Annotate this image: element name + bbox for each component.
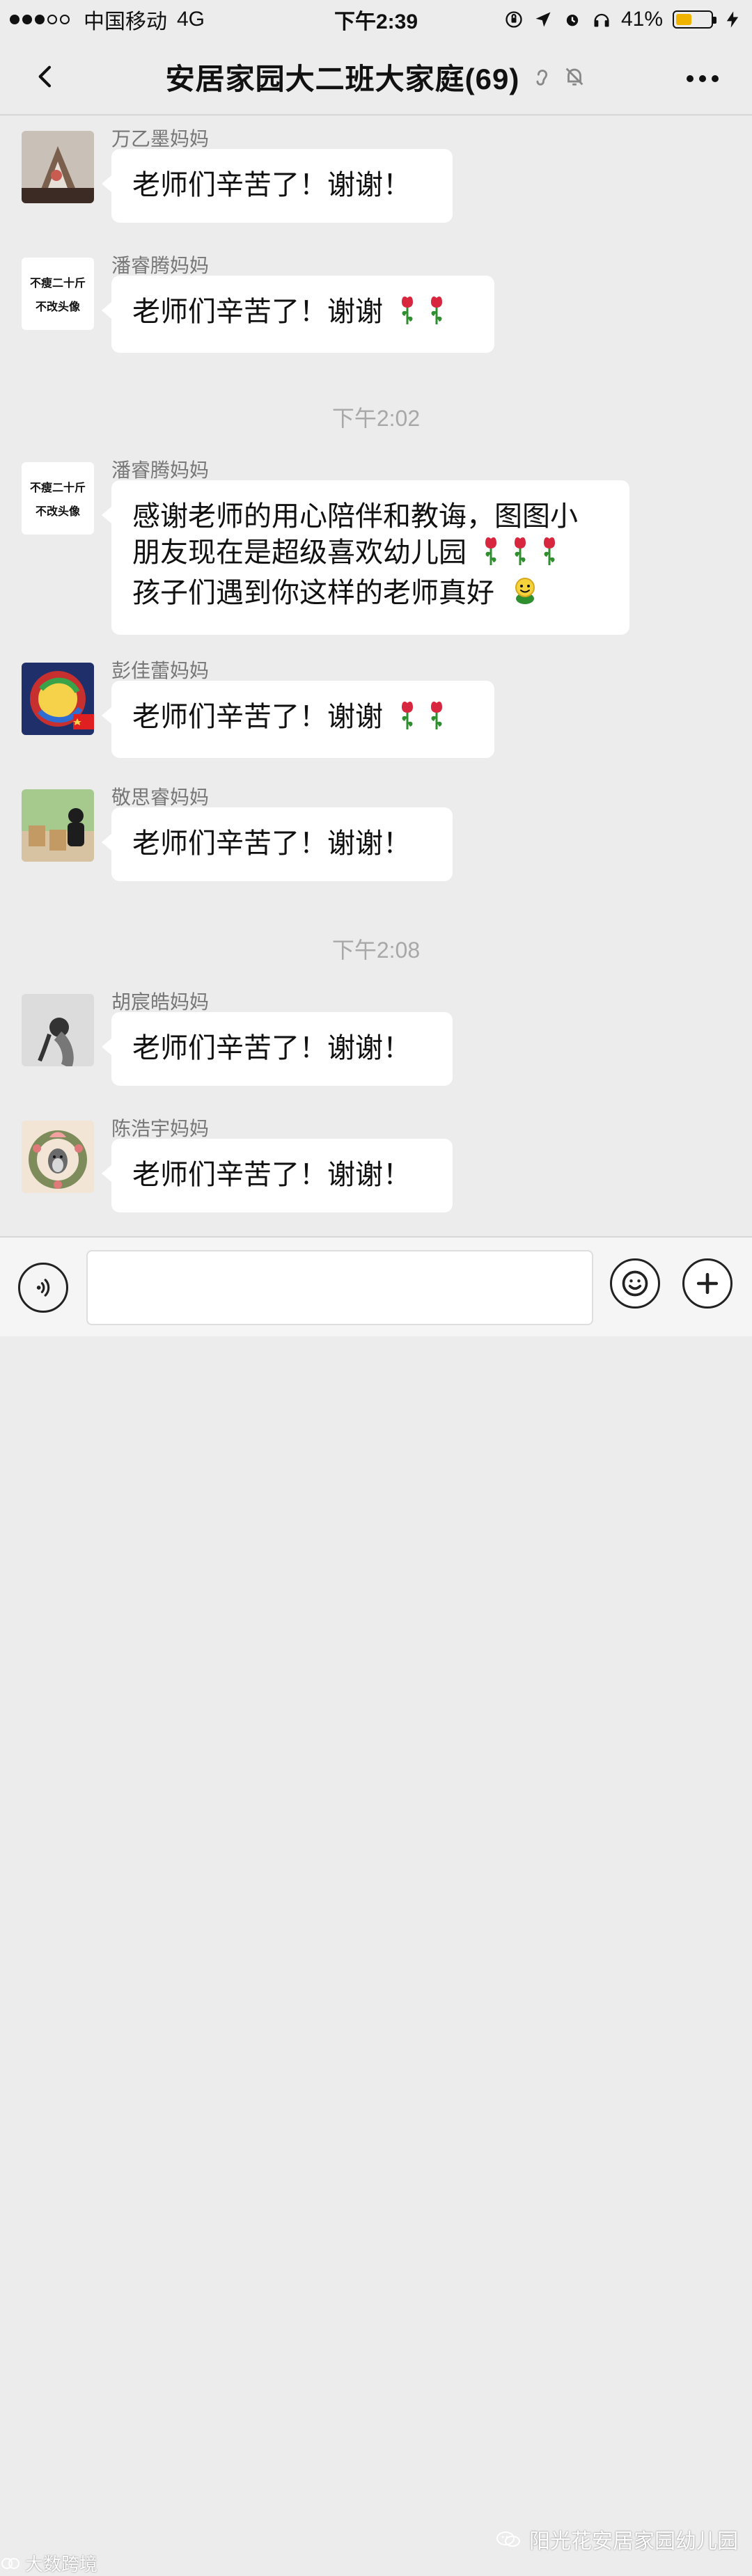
message-bubble[interactable]: 老师们辛苦了！谢谢！ [102,1139,453,1212]
network-type: 4G [177,8,205,31]
message-text: 老师们辛苦了！谢谢 [132,297,383,328]
avatar[interactable] [22,131,94,203]
message-line-with-emoji: 朋友现在是超级喜欢幼儿园 [132,535,609,574]
mute-bell-icon [566,68,583,86]
sender-name: 彭佳蕾妈妈 [111,660,210,681]
message-bubble[interactable]: 感谢老师的用心陪伴和教诲，图图小 朋友现在是超级喜欢幼儿园 孩子们遇到你这样的老… [102,480,629,635]
rose-icon [398,699,417,738]
message-text: 老师们辛苦了！谢谢！ [132,1033,411,1064]
timestamp: 下午2:02 [331,406,421,431]
watermark-right-text: 阳光花安居家园幼儿园 [529,2530,738,2553]
sender-name: 潘睿腾妈妈 [111,459,210,481]
message-line-with-emoji: 孩子们遇到你这样的老师真好 [132,574,609,615]
message-text: 老师们辛苦了！谢谢！ [132,1160,411,1190]
more-dot [687,75,694,82]
avatar-photo [22,663,94,735]
message-bubble[interactable]: 老师们辛苦了！谢谢 [102,681,494,758]
plus-icon [696,1272,719,1295]
avatar-photo [22,131,94,203]
carrier: 中国移动 [84,10,167,33]
charging-icon [726,11,739,28]
avatar-text: 不瘦二十斤 [29,278,86,290]
status-left: 中国移动 4G [10,4,205,35]
signal-dot [22,15,32,24]
message-bubble[interactable]: 老师们辛苦了！谢谢！ [102,149,453,223]
battery-percent: 41% [620,8,663,31]
rose-icon [398,294,417,333]
emoji-button[interactable] [610,1258,660,1309]
timestamp: 下午2:08 [331,938,421,963]
smile-icon [509,574,541,615]
wechat-icon [496,2531,520,2547]
chevron-left-icon [38,65,52,88]
message-line: 孩子们遇到你这样的老师真好 [132,578,494,609]
navigation-bar: 安居家园大二班大家庭(69) [0,39,752,116]
avatar-photo [22,789,94,862]
avatar-photo [22,1121,94,1193]
alarm-icon [566,15,579,26]
more-dot [712,75,719,82]
avatar-text: 不瘦二十斤 [29,482,86,494]
message-bubble[interactable]: 老师们辛苦了！谢谢！ [102,807,453,881]
message-line: 朋友现在是超级喜欢幼儿园 [132,537,467,569]
avatar-text: 不改头像 [35,301,80,313]
add-more-button[interactable] [682,1258,733,1309]
chat-messages[interactable]: 万乙墨妈妈 老师们辛苦了！谢谢！ 不瘦二十斤 不改头像 潘睿腾妈妈 老师们辛苦了… [0,116,752,1236]
message-input[interactable] [86,1250,593,1325]
signal-dot [60,15,70,24]
rose-icon [481,535,501,574]
sender-name: 潘睿腾妈妈 [111,255,210,276]
message-text: 老师们辛苦了！谢谢！ [132,170,411,200]
voice-input-button[interactable] [18,1263,68,1313]
avatar[interactable] [22,663,94,735]
watermark-left-text: 大数跨境 [25,2554,98,2575]
rotation-lock-icon [506,11,522,28]
title-wrap: 安居家园大二班大家庭(69) [166,56,587,98]
more-dot [699,75,706,82]
rose-icon [510,535,530,574]
signal-icon [10,15,70,24]
signal-dot [47,15,57,24]
watermark-left: 大数跨境 [0,2550,97,2576]
status-bar: 中国移动 4G 下午2:39 41% [0,0,752,39]
sender-name: 敬思睿妈妈 [111,787,210,808]
ear-icon [536,70,548,86]
sender-name: 万乙墨妈妈 [111,128,210,150]
rose-icon [427,699,446,738]
message-bubble[interactable]: 老师们辛苦了！谢谢 [102,276,494,353]
signal-dot [10,15,19,24]
chat-title: 安居家园大二班大家庭(69) [165,62,520,95]
message-line: 感谢老师的用心陪伴和教诲，图图小 [132,501,578,532]
title-icons [531,65,586,88]
battery-fill [676,14,691,25]
watermark-logo [1,2557,19,2569]
avatar[interactable] [22,789,94,862]
avatar-photo [22,994,94,1066]
rose-icon [427,294,446,333]
headphones-icon [594,13,609,27]
signal-dot [35,15,45,24]
more-button[interactable] [678,61,727,96]
status-right: 41% [504,8,742,31]
avatar-text: 不改头像 [35,506,80,518]
input-bar: 大数跨境 阳光花安居家园幼儿园 [0,1236,752,2575]
message-text: 老师们辛苦了！谢谢！ [132,828,411,859]
sender-name: 陈浩宇妈妈 [111,1118,210,1139]
back-button[interactable] [25,56,67,97]
rose-icon [540,535,559,574]
avatar[interactable]: 不瘦二十斤 不改头像 [22,462,94,535]
message-bubble[interactable]: 老师们辛苦了！谢谢！ [102,1012,453,1086]
battery-icon [673,10,716,29]
emoji-icon [622,1270,648,1297]
location-icon [535,12,551,27]
message-text: 老师们辛苦了！谢谢 [132,702,383,733]
voice-icon [36,1279,50,1297]
sender-name: 胡宸皓妈妈 [111,991,210,1013]
watermark-right: 阳光花安居家园幼儿园 [494,2524,738,2554]
status-time: 下午2:39 [334,10,418,33]
avatar[interactable] [22,994,94,1066]
avatar[interactable]: 不瘦二十斤 不改头像 [22,258,94,330]
avatar[interactable] [22,1121,94,1193]
